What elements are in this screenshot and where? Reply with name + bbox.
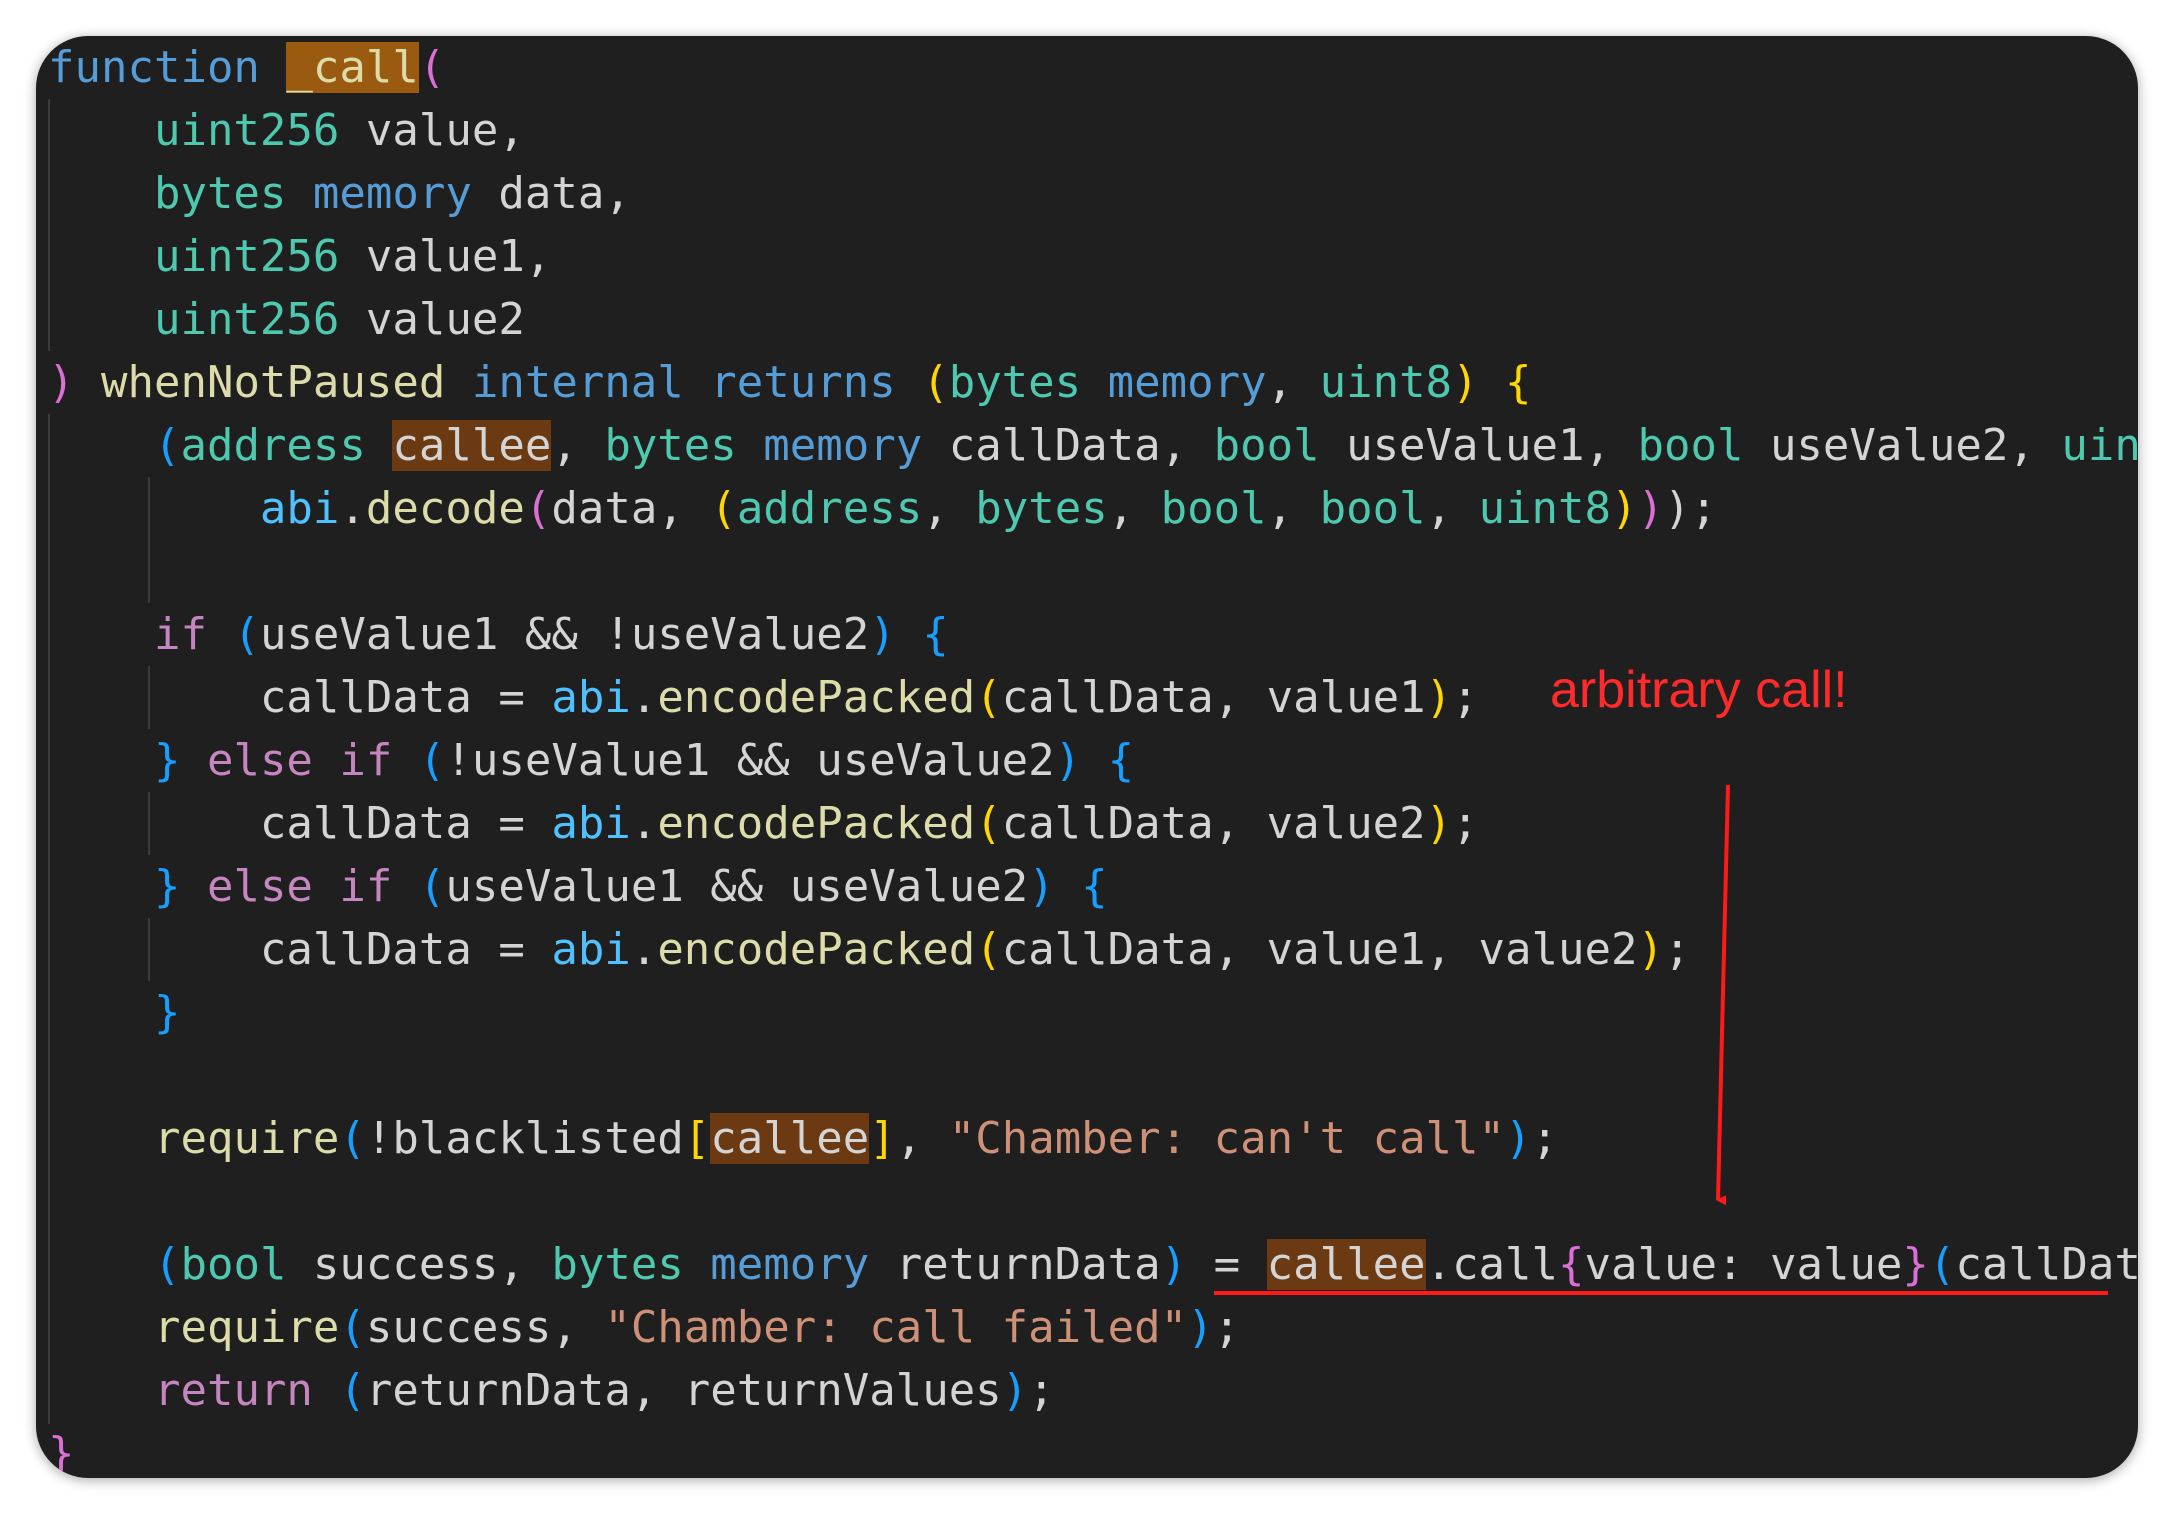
annotation-overlay	[1214, 784, 2108, 1295]
annotation-arrow	[1716, 784, 1730, 1206]
